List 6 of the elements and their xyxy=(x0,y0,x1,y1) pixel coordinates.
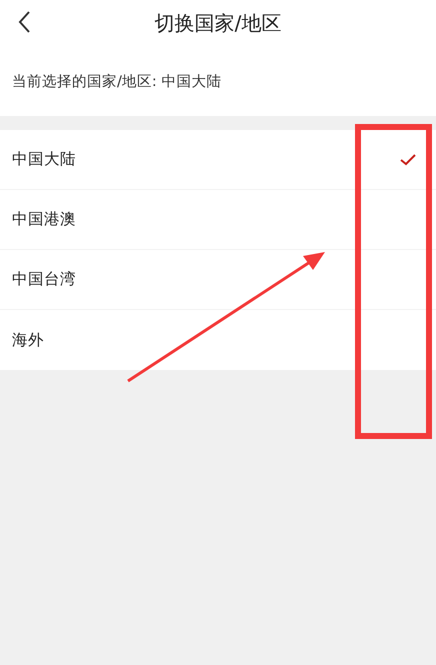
region-item[interactable]: 中国港澳 xyxy=(0,190,436,250)
back-icon[interactable] xyxy=(17,10,31,34)
region-item[interactable]: 海外 xyxy=(0,310,436,370)
current-region-text: 当前选择的国家/地区: 中国大陆 xyxy=(12,72,222,90)
page-title: 切换国家/地区 xyxy=(154,10,282,36)
region-item[interactable]: 中国大陆 xyxy=(0,130,436,190)
